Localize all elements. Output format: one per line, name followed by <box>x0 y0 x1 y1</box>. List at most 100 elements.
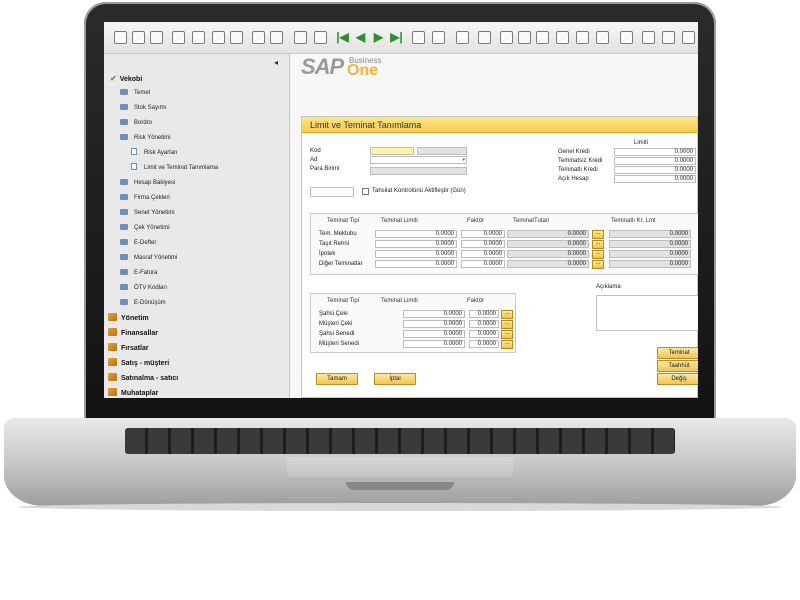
sms-icon[interactable] <box>150 31 163 44</box>
kod-name-input[interactable] <box>417 147 467 155</box>
sidebar-item-hesap-bakiyesi[interactable]: Hesap Bakiyesi <box>120 177 175 190</box>
transaction-journal-icon[interactable] <box>518 31 531 44</box>
teminat-lookup-button[interactable]: ... <box>592 230 604 239</box>
base-document-icon[interactable] <box>478 31 491 44</box>
cek-limit-input[interactable]: 0.0000 <box>403 340 465 348</box>
teminat-kr-lmt-input[interactable]: 0.0000 <box>609 240 691 248</box>
chart-icon[interactable] <box>556 31 569 44</box>
sidebar-item-masraf-yonetimi[interactable]: Masraf Yönetimi <box>120 252 177 265</box>
teminat-tutar-input[interactable]: 0.0000 <box>507 260 589 268</box>
ad-select[interactable]: ▾ <box>370 156 467 164</box>
teminat-lookup-button[interactable]: ... <box>592 260 604 269</box>
sidebar-item-cek-yonetimi[interactable]: Çek Yönetimi <box>120 222 170 235</box>
taahhut-button[interactable]: Taahhüt <box>657 360 698 372</box>
teminat-kr-lmt-input[interactable]: 0.0000 <box>609 230 691 238</box>
cek-limit-input[interactable]: 0.0000 <box>403 330 465 338</box>
teminat-tutar-input[interactable]: 0.0000 <box>507 240 589 248</box>
print-icon[interactable] <box>114 31 127 44</box>
cek-lookup-button[interactable]: ... <box>501 320 513 329</box>
gross-profit-icon[interactable] <box>576 31 589 44</box>
sidebar-item-otv-kodlari[interactable]: ÖTV Kodları <box>120 282 167 295</box>
sidebar-collapse-icon[interactable]: ◂ <box>274 58 278 67</box>
sidebar-section-vekobi[interactable]: ✔ Vekobi <box>110 72 142 85</box>
sidebar-module-yonetim[interactable]: Yönetim <box>108 312 149 325</box>
cek-lookup-button[interactable]: ... <box>501 330 513 339</box>
sidebar-item-bordro[interactable]: Bordro <box>120 117 152 130</box>
cek-faktor-input[interactable]: 0.0000 <box>469 320 499 328</box>
first-record-icon[interactable]: |◀ <box>336 31 349 44</box>
sidebar-item-e-donusum[interactable]: E-Dönüşüm <box>120 297 166 310</box>
degis-button[interactable]: Değiş <box>657 373 698 385</box>
aciklama-textarea[interactable] <box>596 295 698 331</box>
teminat-limit-input[interactable]: 0.0000 <box>375 260 457 268</box>
teminat-tutar-input[interactable]: 0.0000 <box>507 230 589 238</box>
teminat-lookup-button[interactable]: ... <box>592 240 604 249</box>
sidebar-item-firma-cekleri[interactable]: Firma Çekleri <box>120 192 170 205</box>
sidebar-item-senet-yonetimi[interactable]: Senet Yönetimi <box>120 207 175 220</box>
settings-icon[interactable] <box>270 31 283 44</box>
teminat-kr-lmt-input[interactable]: 0.0000 <box>609 260 691 268</box>
cek-faktor-input[interactable]: 0.0000 <box>469 330 499 338</box>
draft-icon[interactable] <box>642 31 655 44</box>
teminat-faktor-input[interactable]: 0.0000 <box>461 230 505 238</box>
drilldown-icon[interactable] <box>432 31 445 44</box>
teminat-kr-lmt-input[interactable]: 0.0000 <box>609 250 691 258</box>
sidebar-item-risk-ayarlari[interactable]: Risk Ayarları <box>131 147 178 160</box>
pdf-icon[interactable] <box>192 31 205 44</box>
teminat-limit-input[interactable]: 0.0000 <box>375 240 457 248</box>
settings-form-icon[interactable] <box>596 31 609 44</box>
email-icon[interactable] <box>132 31 145 44</box>
help-icon[interactable] <box>682 31 695 44</box>
cek-faktor-input[interactable]: 0.0000 <box>469 310 499 318</box>
sidebar-module-muhataplar[interactable]: Muhataplar <box>108 387 158 398</box>
sidebar-item-risk-yonetimi[interactable]: Risk Yönetimi <box>120 132 171 145</box>
limit-input-teminatli[interactable]: 0.0000 <box>614 166 696 174</box>
edit-icon[interactable] <box>620 31 633 44</box>
cek-lookup-button[interactable]: ... <box>501 310 513 319</box>
window-title[interactable]: Limit ve Teminat Tanımlama <box>302 117 697 133</box>
teminat-button[interactable]: Teminat <box>657 347 698 359</box>
previous-record-icon[interactable]: ◀ <box>354 31 367 44</box>
para-birimi-input[interactable] <box>370 167 467 175</box>
sidebar-item-temel[interactable]: Temel <box>120 87 150 100</box>
teminat-limit-input[interactable]: 0.0000 <box>375 250 457 258</box>
layout-icon[interactable] <box>662 31 675 44</box>
document-icon[interactable] <box>230 31 243 44</box>
navigation-icon[interactable] <box>252 31 265 44</box>
tahsilat-checkbox[interactable] <box>362 188 369 195</box>
teminat-faktor-input[interactable]: 0.0000 <box>461 250 505 258</box>
teminat-lookup-button[interactable]: ... <box>592 250 604 259</box>
target-document-icon[interactable] <box>500 31 513 44</box>
sidebar-module-satis[interactable]: Satış - müşteri <box>108 357 169 370</box>
find-icon[interactable] <box>294 31 307 44</box>
export-icon[interactable] <box>172 31 185 44</box>
teminat-limit-input[interactable]: 0.0000 <box>375 230 457 238</box>
limit-input-teminatsiz[interactable]: 0.0000 <box>614 157 696 165</box>
last-record-icon[interactable]: ▶| <box>390 31 403 44</box>
teminat-faktor-input[interactable]: 0.0000 <box>461 240 505 248</box>
tamam-button[interactable]: Tamam <box>316 373 358 385</box>
iptal-button[interactable]: İptal <box>374 373 416 385</box>
refresh-icon[interactable] <box>412 31 425 44</box>
teminat-tutar-input[interactable]: 0.0000 <box>507 250 589 258</box>
word-icon[interactable] <box>212 31 225 44</box>
sidebar-module-satinalma[interactable]: Satınalma - satıcı <box>108 372 178 385</box>
filter-icon[interactable] <box>456 31 469 44</box>
limit-input-acik-hesap[interactable]: 0.0000 <box>614 175 696 183</box>
cek-faktor-input[interactable]: 0.0000 <box>469 340 499 348</box>
sidebar-module-finansallar[interactable]: Finansallar <box>108 327 158 340</box>
sidebar-item-limit-teminat[interactable]: Limit ve Teminat Tanımlama <box>131 162 218 175</box>
cek-limit-input[interactable]: 0.0000 <box>403 310 465 318</box>
cek-limit-input[interactable]: 0.0000 <box>403 320 465 328</box>
teminat-faktor-input[interactable]: 0.0000 <box>461 260 505 268</box>
sidebar-item-e-defter[interactable]: E-Defter <box>120 237 156 250</box>
next-record-icon[interactable]: ▶ <box>372 31 385 44</box>
kod-input[interactable] <box>370 147 414 155</box>
sidebar-item-stok-sayimi[interactable]: Stok Sayımı <box>120 102 166 115</box>
limit-input-genel[interactable]: 0.0000 <box>614 148 696 156</box>
add-icon[interactable] <box>314 31 327 44</box>
cek-lookup-button[interactable]: ... <box>501 340 513 349</box>
payment-means-icon[interactable] <box>536 31 549 44</box>
sidebar-item-e-fatura[interactable]: E-Fatura <box>120 267 157 280</box>
sidebar-module-firsatlar[interactable]: Fırsatlar <box>108 342 149 355</box>
